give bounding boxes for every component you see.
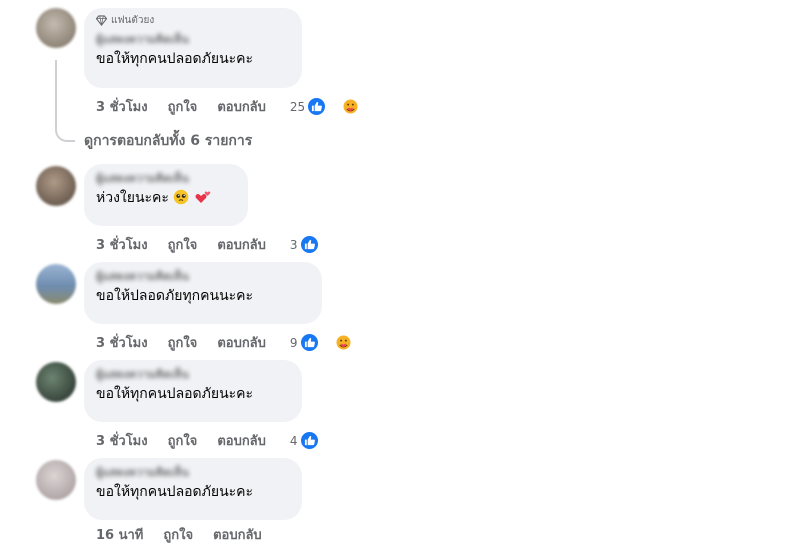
reaction-count: 9 [289,335,298,350]
comment-bubble: ผู้แสดงความคิดเห็น ขอให้ทุกคนปลอดภัยนะคะ [84,458,302,520]
comment-time[interactable]: 16 นาที [96,524,143,545]
reaction-count: 25 [289,99,306,114]
comment-author[interactable]: ผู้แสดงความคิดเห็น [96,270,310,284]
comment-actions: 3 ชั่วโมง ถูกใจ ตอบกลับ 4 [96,430,339,451]
fan-badge-label: แฟนตัวยง [111,15,155,26]
comment-actions: 3 ชั่วโมง ถูกใจ ตอบกลับ 3 [96,234,339,255]
comment-time[interactable]: 3 ชั่วโมง [96,332,148,353]
thread-connector [55,60,75,142]
like-button[interactable]: ถูกใจ [168,430,198,451]
like-icon [299,431,319,450]
comment-text: ขอให้ทุกคนปลอดภัยนะคะ [96,51,254,67]
comment-text: ขอให้ปลอดภัยทุกคนนะคะ [96,288,254,304]
like-icon [299,333,319,352]
comment-time[interactable]: 3 ชั่วโมง [96,430,148,451]
reply-button[interactable]: ตอบกลับ [213,524,262,545]
comment-author[interactable]: ผู้แสดงความคิดเห็น [96,368,290,382]
avatar[interactable] [36,166,76,206]
pleading-face-icon [174,189,189,205]
comments-section: แฟนตัวยง ผู้แสดงความคิดเห็น ขอให้ทุกคนปล… [0,0,800,546]
comment-author[interactable]: ผู้แสดงความคิดเห็น [96,33,290,47]
comment-author[interactable]: ผู้แสดงความคิดเห็น [96,466,290,480]
comment-text: ขอให้ทุกคนปลอดภัยนะคะ [96,484,254,500]
reaction-count: 4 [289,433,298,448]
reaction-summary[interactable]: 9 [290,333,352,352]
avatar[interactable] [36,264,76,304]
reply-button[interactable]: ตอบกลับ [217,332,266,353]
avatar[interactable] [36,362,76,402]
like-button[interactable]: ถูกใจ [163,524,193,545]
comment-bubble: ผู้แสดงความคิดเห็น ขอให้ปลอดภัยทุกคนนะคะ [84,262,322,324]
reaction-summary[interactable]: 4 [290,431,339,450]
comment-actions: 16 นาที ถูกใจ ตอบกลับ [96,524,282,545]
care-icon [342,98,359,115]
comment-text-row: ห่วงใยนะคะ [96,189,236,208]
like-button[interactable]: ถูกใจ [168,234,198,255]
top-fan-badge: แฟนตัวยง [96,14,290,27]
reply-button[interactable]: ตอบกลับ [217,234,266,255]
reaction-count: 3 [289,237,298,252]
avatar[interactable] [36,460,76,500]
care-icon [334,334,352,351]
reply-button[interactable]: ตอบกลับ [217,96,266,117]
comment-bubble: ผู้แสดงความคิดเห็น ห่วงใยนะคะ [84,164,248,226]
reaction-summary[interactable]: 25 [290,97,359,116]
view-replies-link[interactable]: ดูการตอบกลับทั้ง 6 รายการ [84,130,252,152]
comment-text: ห่วงใยนะคะ [96,190,169,206]
comment-time[interactable]: 3 ชั่วโมง [96,96,148,117]
comment-time[interactable]: 3 ชั่วโมง [96,234,148,255]
comment-actions: 3 ชั่วโมง ถูกใจ ตอบกลับ 25 [96,96,359,117]
reaction-summary[interactable]: 3 [290,235,339,254]
like-icon [299,235,319,254]
like-button[interactable]: ถูกใจ [168,332,198,353]
comment-bubble: ผู้แสดงความคิดเห็น ขอให้ทุกคนปลอดภัยนะคะ [84,360,302,422]
like-button[interactable]: ถูกใจ [168,96,198,117]
comment-bubble: แฟนตัวยง ผู้แสดงความคิดเห็น ขอให้ทุกคนปล… [84,8,302,88]
comment-actions: 3 ชั่วโมง ถูกใจ ตอบกลับ 9 [96,332,352,353]
like-icon [307,97,327,116]
comment-text: ขอให้ทุกคนปลอดภัยนะคะ [96,386,254,402]
two-hearts-icon [195,191,211,203]
avatar[interactable] [36,8,76,48]
comment-author[interactable]: ผู้แสดงความคิดเห็น [96,172,236,186]
reply-button[interactable]: ตอบกลับ [217,430,266,451]
diamond-icon [96,15,107,26]
